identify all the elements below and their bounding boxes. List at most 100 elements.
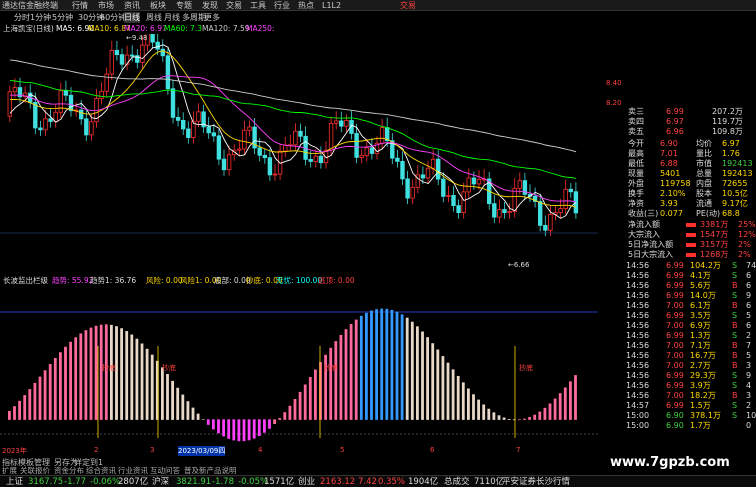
indicator-bar	[431, 343, 435, 420]
indicator-value: 逃顶: 0.00	[318, 276, 355, 285]
period-tab[interactable]: 周线	[146, 12, 162, 23]
period-tab[interactable]: 多周期	[182, 12, 206, 23]
tick-row: 14:56 7.00 16.7万 B 5	[598, 351, 756, 361]
tick-price: 7.00	[666, 391, 684, 400]
tick-time: 14:56	[626, 361, 650, 370]
quote-value: 192413	[722, 159, 753, 168]
tick-count: 9	[746, 291, 752, 300]
menu-item[interactable]: 板块	[150, 0, 166, 11]
extension-tab[interactable]: 资金分布	[54, 466, 84, 475]
tick-price: 6.99	[666, 261, 684, 270]
flow-bar	[686, 243, 696, 247]
tick-side: B	[732, 351, 738, 360]
indicator-bar	[390, 309, 394, 420]
menu-item[interactable]: 市场	[98, 0, 114, 11]
tick-count: 9	[746, 371, 752, 380]
indicator-bar	[38, 376, 42, 420]
extension-tab[interactable]: 综合资讯	[86, 466, 116, 475]
ask-volume: 109.8万	[712, 127, 743, 136]
period-tab[interactable]: 更多	[204, 12, 220, 23]
ma-value: MA250:	[246, 24, 275, 33]
quote-value: 6.88	[660, 159, 678, 168]
indicator-bar	[410, 321, 414, 420]
indicator-bar	[441, 356, 445, 420]
indicator-bar	[553, 398, 557, 420]
menu-item[interactable]: 工具	[250, 0, 266, 11]
menu-item[interactable]: 交易	[226, 0, 242, 11]
menu-item[interactable]: 发现	[202, 0, 218, 11]
indicator-bar	[385, 308, 389, 420]
quote-label: 市值	[696, 159, 712, 168]
menu-item[interactable]: L1L2	[322, 0, 341, 11]
indicator-chart[interactable]: 抄底 抄底 抄底 抄底	[0, 286, 598, 446]
indicator-bar	[416, 326, 419, 420]
tick-time: 14:56	[626, 341, 650, 350]
period-tab[interactable]: 60分钟	[100, 12, 126, 23]
quote-row: 今开 6.90 均价 6.97	[598, 139, 756, 149]
period-tab[interactable]: 1分钟	[30, 12, 51, 23]
tick-count: 2	[746, 331, 752, 340]
tick-time: 14:56	[626, 301, 650, 310]
extension-tab[interactable]: 关联报价	[20, 466, 50, 475]
quote-panel: 卖三 6.99 207.2万 卖四 6.97 119.7万 卖五 6.96 109.8万 今开 6.…	[598, 107, 756, 437]
extension-tab[interactable]: 行业资讯	[118, 466, 148, 475]
period-tab[interactable]: 日线	[124, 12, 140, 23]
period-tab[interactable]: 月线	[164, 12, 180, 23]
indicator-bar	[99, 324, 103, 420]
chart-title: 上海凯宝(日线)	[3, 24, 54, 33]
tick-count: 3	[746, 391, 752, 400]
indicator-bar	[492, 412, 496, 420]
tick-side: S	[732, 261, 738, 270]
indicator-bar	[451, 369, 455, 420]
extension-tab[interactable]: 扩展	[2, 466, 17, 475]
extension-tab[interactable]: 普及新产品说明	[184, 466, 237, 475]
tick-volume: 1.5万	[690, 401, 711, 410]
indicator-bar	[69, 341, 72, 420]
indicator-bar	[461, 382, 465, 420]
indicator-value: 风险: 0.00	[146, 276, 183, 285]
indicator-bar	[53, 358, 57, 420]
tick-volume: 29.3万	[690, 371, 716, 380]
candlestick-chart[interactable]: ←9.48 ←6.66	[0, 34, 598, 274]
tick-row: 14:56 7.00 18.2万 B 3	[598, 391, 756, 401]
status-item: 创业	[298, 477, 316, 487]
trade-button[interactable]: 交易	[400, 0, 416, 11]
quote-row: 最低 6.88 市值 192413	[598, 159, 756, 169]
status-item: -1.78	[212, 477, 234, 487]
menu-item[interactable]: 热点	[298, 0, 314, 11]
tick-side: S	[732, 311, 738, 320]
period-tab[interactable]: 5分钟	[52, 12, 73, 23]
quote-value: 5401	[660, 169, 681, 178]
tick-time: 14:56	[626, 351, 650, 360]
menu-item[interactable]: 行业	[274, 0, 290, 11]
indicator-bar	[314, 369, 317, 420]
tick-row: 14:56 7.00 6.1万 B 6	[598, 301, 756, 311]
tick-time: 14:56	[626, 371, 650, 380]
tick-time: 14:56	[626, 261, 650, 270]
indicator-bar	[74, 337, 78, 420]
status-item: 0.35%	[378, 477, 406, 487]
indicator-bar	[94, 325, 98, 420]
quote-label: 最低	[628, 159, 644, 168]
indicator-bar	[206, 419, 210, 425]
menu-item[interactable]: 行情	[72, 0, 88, 11]
indicator-bar	[278, 418, 282, 420]
tick-side: B	[732, 361, 738, 370]
flow-label: 5日净流入额	[628, 240, 674, 249]
tick-count: 0	[746, 421, 752, 430]
period-tab[interactable]: 分时	[14, 12, 30, 23]
quote-row: 净资 3.93 流通 9.17亿	[598, 199, 756, 209]
status-item: 沪深	[152, 477, 170, 487]
flow-value: 1268万	[700, 250, 729, 259]
extension-tab[interactable]: 互动问答	[150, 466, 180, 475]
indicator-bar	[48, 364, 52, 420]
tick-side: B	[732, 341, 738, 350]
menu-item[interactable]: 资讯	[124, 0, 140, 11]
tick-time: 14:56	[626, 281, 650, 290]
tick-count: 7	[746, 341, 752, 350]
menu-item[interactable]: 专题	[176, 0, 192, 11]
status-item: 上证	[6, 477, 24, 487]
tick-time: 14:56	[626, 331, 650, 340]
quote-label: 今开	[628, 139, 644, 148]
date-mark: 5	[340, 446, 345, 454]
